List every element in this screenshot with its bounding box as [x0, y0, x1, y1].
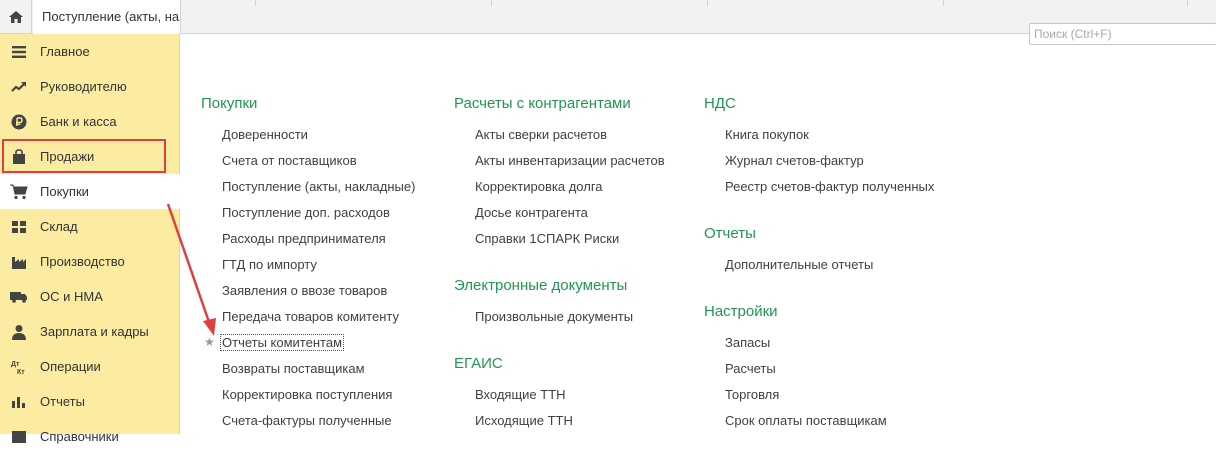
sidebar: Главное Руководителю Банк и касса Продаж… — [0, 34, 180, 444]
sidebar-item-label: Банк и касса — [40, 114, 117, 129]
link-customs-declarations[interactable]: ГТД по импорту — [222, 257, 317, 272]
sidebar-item-salary[interactable]: Зарплата и кадры — [0, 314, 180, 349]
sidebar-item-label: Производство — [40, 254, 125, 269]
link-additional-reports[interactable]: Дополнительные отчеты — [725, 257, 873, 272]
tab-separator — [255, 0, 256, 6]
link-spark-risks[interactable]: Справки 1СПАРК Риски — [475, 231, 619, 246]
sidebar-item-label: Покупки — [40, 184, 89, 199]
section-title-settings: Настройки — [704, 303, 778, 320]
link-outgoing-ttn[interactable]: Исходящие ТТН — [475, 413, 573, 428]
sidebar-item-directories[interactable]: Справочники — [0, 419, 180, 454]
link-inventory-acts[interactable]: Акты инвентаризации расчетов — [475, 153, 665, 168]
svg-text:Кт: Кт — [17, 369, 25, 375]
link-transfer-to-consignor[interactable]: Передача товаров комитенту — [222, 309, 399, 324]
bar-chart-icon — [10, 393, 28, 411]
section-title-edocs: Электронные документы — [454, 277, 628, 294]
link-arbitrary-documents[interactable]: Произвольные документы — [475, 309, 633, 324]
sidebar-item-fixed-assets[interactable]: ОС и НМА — [0, 279, 180, 314]
sidebar-item-sales[interactable]: Продажи — [0, 139, 180, 174]
tab-separator — [1187, 0, 1188, 6]
truck-icon — [10, 288, 28, 306]
sidebar-item-main[interactable]: Главное — [0, 34, 180, 69]
tab-separator — [707, 0, 708, 6]
book-icon — [10, 428, 28, 446]
cart-icon — [10, 183, 28, 201]
link-settings-inventory[interactable]: Запасы — [725, 335, 770, 350]
link-debt-adjustment[interactable]: Корректировка долга — [475, 179, 603, 194]
link-additional-costs[interactable]: Поступление доп. расходов — [222, 205, 390, 220]
sidebar-item-bank[interactable]: Банк и касса — [0, 104, 180, 139]
warehouse-icon — [10, 218, 28, 236]
sidebar-item-warehouse[interactable]: Склад — [0, 209, 180, 244]
link-invoice-journal[interactable]: Журнал счетов-фактур — [725, 153, 864, 168]
link-incoming-ttn[interactable]: Входящие ТТН — [475, 387, 566, 402]
sidebar-item-label: ОС и НМА — [40, 289, 103, 304]
link-receipts[interactable]: Поступление (акты, накладные) — [222, 179, 415, 194]
link-settings-settlements[interactable]: Расчеты — [725, 361, 776, 376]
link-settings-trade[interactable]: Торговля — [725, 387, 779, 402]
annotation-arrow — [166, 203, 216, 336]
sidebar-item-label: Продажи — [40, 149, 95, 164]
sidebar-item-reports[interactable]: Отчеты — [0, 384, 180, 419]
sidebar-item-label: Операции — [40, 359, 101, 374]
tab-purchase-receipts[interactable]: Поступление (акты, накладные) — [33, 0, 181, 34]
link-invoices-received[interactable]: Счета-фактуры полученные — [222, 413, 392, 428]
search-input[interactable] — [1029, 23, 1216, 45]
link-counterparty-dossier[interactable]: Досье контрагента — [475, 205, 588, 220]
sidebar-item-label: Главное — [40, 44, 90, 59]
sidebar-item-label: Руководителю — [40, 79, 127, 94]
tab-separator — [491, 0, 492, 6]
link-returns-to-suppliers[interactable]: Возвраты поставщикам — [222, 361, 365, 376]
ruble-icon — [10, 113, 28, 131]
section-title-settlements: Расчеты с контрагентами — [454, 95, 631, 112]
section-title-egais: ЕГАИС — [454, 355, 503, 372]
star-icon[interactable]: ★ — [204, 335, 215, 349]
link-receipt-adjustment[interactable]: Корректировка поступления — [222, 387, 392, 402]
link-supplier-invoices[interactable]: Счета от поставщиков — [222, 153, 357, 168]
trend-icon — [10, 78, 28, 96]
sidebar-item-purchases[interactable]: Покупки — [0, 174, 180, 209]
link-powers-of-attorney[interactable]: Доверенности — [222, 127, 308, 142]
factory-icon — [10, 253, 28, 271]
sidebar-item-label: Зарплата и кадры — [40, 324, 149, 339]
link-purchase-book[interactable]: Книга покупок — [725, 127, 809, 142]
tab-separator — [943, 0, 944, 6]
section-title-reports: Отчеты — [704, 225, 756, 242]
person-icon — [10, 323, 28, 341]
link-supplier-payment-terms[interactable]: Срок оплаты поставщикам — [725, 413, 887, 428]
home-icon — [8, 11, 23, 23]
section-title-vat: НДС — [704, 95, 736, 112]
sidebar-item-production[interactable]: Производство — [0, 244, 180, 279]
sidebar-item-manager[interactable]: Руководителю — [0, 69, 180, 104]
link-reconciliation-acts[interactable]: Акты сверки расчетов — [475, 127, 607, 142]
link-invoice-register[interactable]: Реестр счетов-фактур полученных — [725, 179, 934, 194]
dt-kt-icon: Дт Кт — [10, 358, 28, 376]
sidebar-item-label: Отчеты — [40, 394, 85, 409]
bag-icon — [10, 148, 28, 166]
link-consignor-reports[interactable]: Отчеты комитентам — [219, 334, 345, 351]
svg-text:Дт: Дт — [11, 361, 20, 368]
home-button[interactable] — [0, 0, 32, 34]
link-entrepreneur-expenses[interactable]: Расходы предпринимателя — [222, 231, 386, 246]
sidebar-item-label: Справочники — [40, 429, 119, 444]
menu-icon — [10, 43, 28, 61]
link-import-statements[interactable]: Заявления о ввозе товаров — [222, 283, 387, 298]
sidebar-item-operations[interactable]: Дт Кт Операции — [0, 349, 180, 384]
sidebar-item-label: Склад — [40, 219, 78, 234]
section-title-purchases: Покупки — [201, 95, 258, 112]
